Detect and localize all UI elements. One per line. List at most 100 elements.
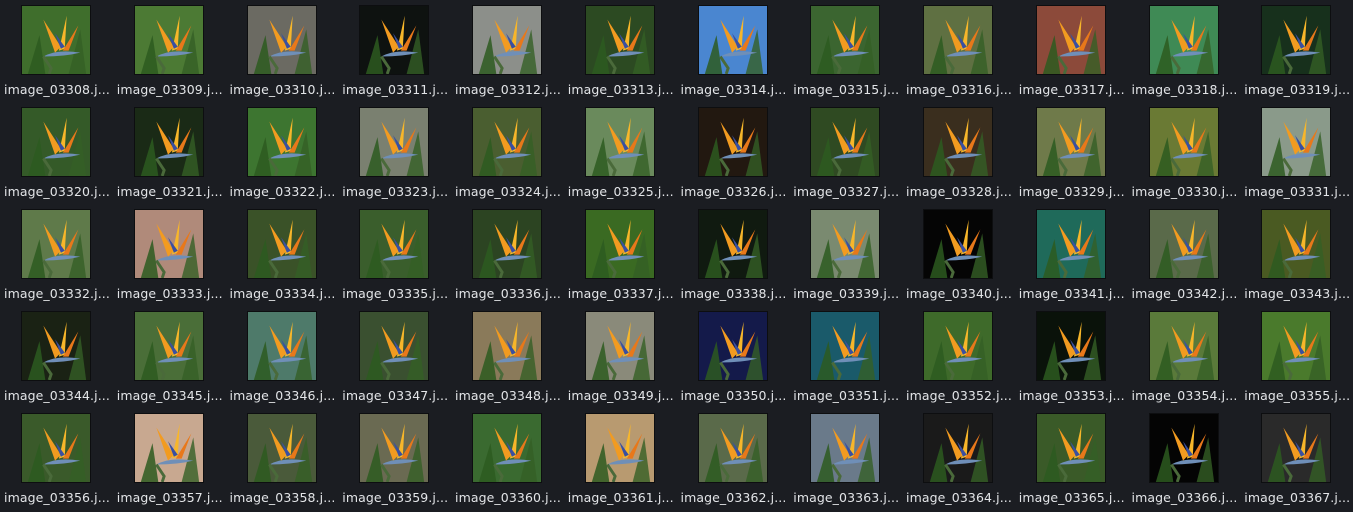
file-item[interactable]: image_03339.j... bbox=[789, 206, 902, 308]
image-thumbnail[interactable] bbox=[923, 5, 993, 75]
file-item[interactable]: image_03315.j... bbox=[789, 2, 902, 104]
image-thumbnail[interactable] bbox=[133, 413, 204, 483]
image-thumbnail[interactable] bbox=[697, 413, 768, 483]
image-thumbnail[interactable] bbox=[923, 413, 993, 483]
file-item[interactable]: image_03324.j... bbox=[451, 104, 564, 206]
image-thumbnail[interactable] bbox=[246, 209, 317, 279]
file-item[interactable]: image_03338.j... bbox=[677, 206, 790, 308]
file-item[interactable]: image_03328.j... bbox=[902, 104, 1015, 206]
file-item[interactable]: image_03342.j... bbox=[1128, 206, 1241, 308]
image-thumbnail[interactable] bbox=[1148, 107, 1219, 177]
file-item[interactable]: image_03349.j... bbox=[564, 308, 677, 410]
image-thumbnail[interactable] bbox=[1148, 5, 1219, 75]
file-item[interactable]: image_03317.j... bbox=[1015, 2, 1128, 104]
image-thumbnail[interactable] bbox=[472, 413, 542, 483]
image-thumbnail[interactable] bbox=[1261, 209, 1332, 279]
image-thumbnail[interactable] bbox=[359, 413, 430, 483]
file-item[interactable]: image_03355.j... bbox=[1240, 308, 1353, 410]
image-thumbnail[interactable] bbox=[697, 209, 768, 279]
image-thumbnail[interactable] bbox=[359, 311, 430, 381]
file-item[interactable]: image_03356.j... bbox=[0, 410, 113, 512]
file-item[interactable]: image_03357.j... bbox=[113, 410, 226, 512]
image-thumbnail[interactable] bbox=[21, 5, 91, 75]
file-item[interactable]: image_03318.j... bbox=[1128, 2, 1241, 104]
file-item[interactable]: image_03326.j... bbox=[677, 104, 790, 206]
file-item[interactable]: image_03332.j... bbox=[0, 206, 113, 308]
file-item[interactable]: image_03350.j... bbox=[677, 308, 790, 410]
file-item[interactable]: image_03312.j... bbox=[451, 2, 564, 104]
file-item[interactable]: image_03319.j... bbox=[1240, 2, 1353, 104]
image-thumbnail[interactable] bbox=[1261, 311, 1332, 381]
file-item[interactable]: image_03353.j... bbox=[1015, 308, 1128, 410]
image-thumbnail[interactable] bbox=[21, 107, 91, 177]
image-thumbnail[interactable] bbox=[923, 311, 993, 381]
image-thumbnail[interactable] bbox=[584, 311, 655, 381]
image-thumbnail[interactable] bbox=[359, 209, 430, 279]
file-item[interactable]: image_03335.j... bbox=[338, 206, 451, 308]
file-item[interactable]: image_03362.j... bbox=[677, 410, 790, 512]
image-thumbnail[interactable] bbox=[1035, 5, 1106, 75]
file-item[interactable]: image_03327.j... bbox=[789, 104, 902, 206]
image-thumbnail[interactable] bbox=[1148, 209, 1219, 279]
file-item[interactable]: image_03343.j... bbox=[1240, 206, 1353, 308]
file-item[interactable]: image_03308.j... bbox=[0, 2, 113, 104]
image-thumbnail[interactable] bbox=[21, 209, 91, 279]
file-item[interactable]: image_03310.j... bbox=[226, 2, 339, 104]
file-item[interactable]: image_03320.j... bbox=[0, 104, 113, 206]
image-thumbnail[interactable] bbox=[697, 107, 768, 177]
image-thumbnail[interactable] bbox=[1261, 413, 1332, 483]
file-item[interactable]: image_03352.j... bbox=[902, 308, 1015, 410]
file-item[interactable]: image_03334.j... bbox=[226, 206, 339, 308]
file-item[interactable]: image_03337.j... bbox=[564, 206, 677, 308]
file-item[interactable]: image_03311.j... bbox=[338, 2, 451, 104]
file-item[interactable]: image_03321.j... bbox=[113, 104, 226, 206]
file-item[interactable]: image_03344.j... bbox=[0, 308, 113, 410]
image-thumbnail[interactable] bbox=[697, 311, 768, 381]
file-item[interactable]: image_03367.j... bbox=[1240, 410, 1353, 512]
image-thumbnail[interactable] bbox=[246, 413, 317, 483]
image-thumbnail[interactable] bbox=[133, 311, 204, 381]
file-item[interactable]: image_03358.j... bbox=[226, 410, 339, 512]
file-item[interactable]: image_03366.j... bbox=[1128, 410, 1241, 512]
image-thumbnail[interactable] bbox=[923, 209, 993, 279]
file-item[interactable]: image_03354.j... bbox=[1128, 308, 1241, 410]
file-item[interactable]: image_03323.j... bbox=[338, 104, 451, 206]
file-item[interactable]: image_03351.j... bbox=[789, 308, 902, 410]
image-thumbnail[interactable] bbox=[1035, 413, 1106, 483]
file-item[interactable]: image_03309.j... bbox=[113, 2, 226, 104]
image-thumbnail[interactable] bbox=[1261, 5, 1332, 75]
image-thumbnail[interactable] bbox=[810, 413, 881, 483]
image-thumbnail[interactable] bbox=[472, 209, 542, 279]
image-thumbnail[interactable] bbox=[810, 5, 881, 75]
image-thumbnail[interactable] bbox=[923, 107, 993, 177]
file-item[interactable]: image_03359.j... bbox=[338, 410, 451, 512]
image-thumbnail[interactable] bbox=[584, 107, 655, 177]
file-item[interactable]: image_03322.j... bbox=[226, 104, 339, 206]
file-item[interactable]: image_03329.j... bbox=[1015, 104, 1128, 206]
image-thumbnail[interactable] bbox=[584, 413, 655, 483]
file-item[interactable]: image_03333.j... bbox=[113, 206, 226, 308]
image-thumbnail[interactable] bbox=[810, 209, 881, 279]
image-thumbnail[interactable] bbox=[246, 5, 317, 75]
image-thumbnail[interactable] bbox=[584, 5, 655, 75]
image-thumbnail[interactable] bbox=[1035, 209, 1106, 279]
file-item[interactable]: image_03346.j... bbox=[226, 308, 339, 410]
image-thumbnail[interactable] bbox=[1035, 311, 1106, 381]
image-thumbnail[interactable] bbox=[584, 209, 655, 279]
file-item[interactable]: image_03363.j... bbox=[789, 410, 902, 512]
file-item[interactable]: image_03341.j... bbox=[1015, 206, 1128, 308]
file-item[interactable]: image_03325.j... bbox=[564, 104, 677, 206]
image-thumbnail[interactable] bbox=[1035, 107, 1106, 177]
file-item[interactable]: image_03360.j... bbox=[451, 410, 564, 512]
file-item[interactable]: image_03331.j... bbox=[1240, 104, 1353, 206]
image-thumbnail[interactable] bbox=[1261, 107, 1332, 177]
file-item[interactable]: image_03316.j... bbox=[902, 2, 1015, 104]
file-item[interactable]: image_03345.j... bbox=[113, 308, 226, 410]
image-thumbnail[interactable] bbox=[1148, 311, 1219, 381]
image-thumbnail[interactable] bbox=[133, 5, 204, 75]
image-thumbnail[interactable] bbox=[472, 107, 542, 177]
file-item[interactable]: image_03314.j... bbox=[677, 2, 790, 104]
image-thumbnail[interactable] bbox=[246, 107, 317, 177]
file-item[interactable]: image_03330.j... bbox=[1128, 104, 1241, 206]
file-item[interactable]: image_03365.j... bbox=[1015, 410, 1128, 512]
